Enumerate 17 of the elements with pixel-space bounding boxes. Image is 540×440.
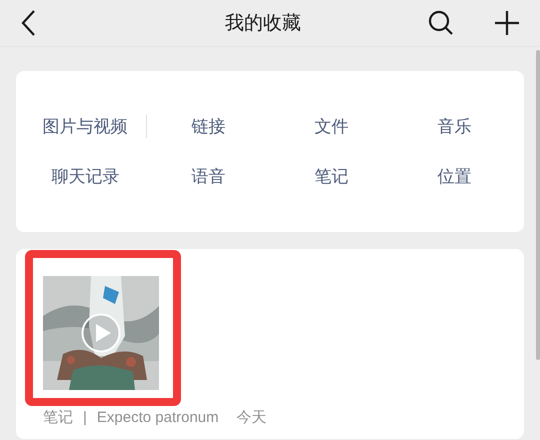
separator: | (83, 409, 87, 426)
category-link[interactable]: 语音 (192, 167, 226, 187)
search-icon[interactable] (428, 10, 454, 36)
back-icon[interactable] (20, 9, 36, 37)
category-link[interactable]: 图片与视频 (42, 117, 128, 137)
category-link[interactable]: 笔记 (314, 167, 348, 187)
item-type: 笔记 (43, 409, 73, 426)
category-link[interactable]: 音乐 (438, 117, 472, 137)
category-link[interactable]: 链接 (192, 117, 226, 137)
add-icon[interactable] (494, 10, 520, 36)
page-title: 我的收藏 (224, 11, 302, 36)
item-time: 今天 (236, 409, 267, 426)
category-link[interactable]: 文件 (314, 117, 348, 137)
play-icon[interactable] (81, 313, 121, 353)
category-link[interactable]: 位置 (438, 167, 472, 187)
item-source: Expecto patronum (96, 409, 219, 426)
category-link[interactable]: 聊天记录 (52, 167, 120, 187)
